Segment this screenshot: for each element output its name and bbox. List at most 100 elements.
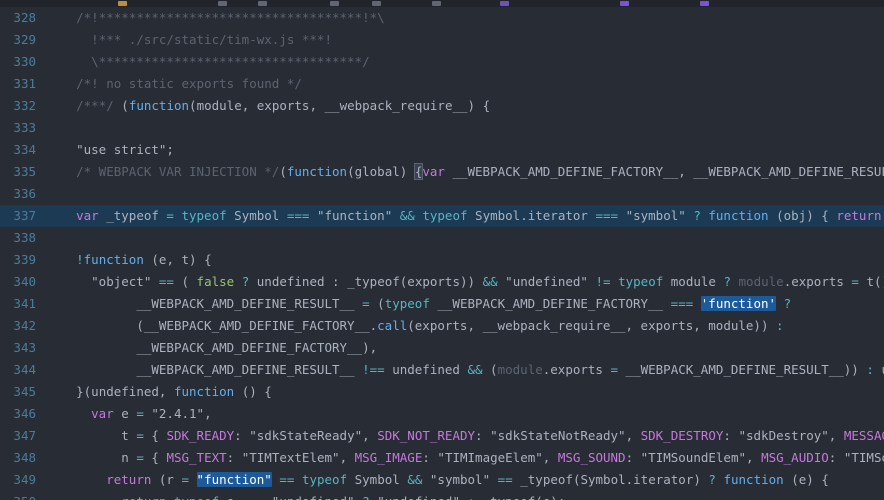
code-line[interactable]: 349 return (r = "function" == typeof Sym… (0, 469, 884, 491)
gear-icon[interactable] (258, 1, 267, 6)
code-line[interactable]: 332 /***/ (function(module, exports, __w… (0, 95, 884, 117)
code-token: : (460, 494, 483, 500)
code-token: "undefined" (377, 494, 460, 500)
code-line[interactable]: 347 t = { SDK_READY: "sdkStateReady", SD… (0, 425, 884, 447)
code-line[interactable]: 333 (0, 117, 884, 139)
code-token: (exports)) (400, 274, 483, 289)
bookmark-icon[interactable] (330, 1, 339, 6)
code-token: t (121, 428, 136, 443)
code-line[interactable]: 346 var e = "2.4.1", (0, 403, 884, 425)
code-token: !*** ./src/static/tim-wx.js ***! (91, 32, 332, 47)
code-line[interactable]: 340 "object" == ( false ? undefined : _t… (0, 271, 884, 293)
code-token: = (136, 428, 144, 443)
search-match-highlight: "function" (197, 472, 272, 487)
code-token: _typeof (99, 208, 167, 223)
code-token: === (287, 208, 310, 223)
code-line[interactable]: 334 "use strict"; (0, 139, 884, 161)
code-token: && (467, 362, 482, 377)
line-number: 344 (0, 359, 46, 381)
line-number: 330 (0, 51, 46, 73)
line-number: 335 (0, 161, 46, 183)
code-token (264, 494, 272, 500)
code-line[interactable]: 336 (0, 183, 884, 205)
code-token: undefined (257, 274, 325, 289)
code-token: = (362, 296, 370, 311)
code-token: ) (400, 164, 415, 179)
code-token: return (106, 472, 151, 487)
code-token: _typeof (520, 472, 573, 487)
avatar-icon[interactable] (700, 1, 709, 6)
code-line[interactable]: 344 __WEBPACK_AMD_DEFINE_RESULT__ !== un… (0, 359, 884, 381)
code-token: !== (362, 362, 385, 377)
code-line[interactable]: 339 !function (e, t) { (0, 249, 884, 271)
code-token: (exports, __webpack_require__, exports, … (407, 318, 776, 333)
code-token: n (121, 450, 136, 465)
code-token: ? (723, 274, 731, 289)
code-token: ( (279, 164, 287, 179)
code-token: (e); (535, 494, 565, 500)
code-token: MSG_TEXT (166, 450, 226, 465)
folder-icon[interactable] (118, 1, 127, 6)
code-token: function (708, 208, 768, 223)
cursor-icon[interactable] (218, 1, 227, 6)
code-token: "undefined" (505, 274, 588, 289)
code-line-text: /***/ (function(module, exports, __webpa… (46, 98, 490, 113)
code-token: undefined (91, 384, 159, 399)
line-number: 339 (0, 249, 46, 271)
search-match-highlight: 'function' (701, 296, 776, 311)
code-line[interactable]: 328 /*!*********************************… (0, 7, 884, 29)
code-editor-window: 328 /*!*********************************… (0, 0, 884, 500)
code-token: MSG_SOUND (558, 450, 626, 465)
code-token (46, 494, 121, 500)
code-line[interactable]: 345 }(undefined, function () { (0, 381, 884, 403)
code-token: return (121, 494, 166, 500)
code-token: obj (784, 208, 807, 223)
code-line-text: __WEBPACK_AMD_DEFINE_RESULT__ = (typeof … (46, 296, 791, 311)
line-number: 346 (0, 403, 46, 425)
code-line[interactable]: 337 var _typeof = typeof Symbol === "fun… (0, 205, 884, 227)
code-line[interactable]: 338 (0, 227, 884, 249)
code-token: && (483, 274, 498, 289)
code-token: _typeof (483, 494, 536, 500)
line-number: 350 (0, 491, 46, 500)
code-line-text: var e = "2.4.1", (46, 406, 212, 421)
globe-icon[interactable] (500, 1, 509, 6)
code-token: /* WEBPACK VAR INJECTION */ (76, 164, 279, 179)
code-token: ? (784, 296, 792, 311)
code-token: == (279, 472, 294, 487)
code-token: : (422, 450, 437, 465)
line-number: 331 (0, 73, 46, 95)
code-line-text: !function (e, t) { (46, 252, 212, 267)
code-token: __WEBPACK_AMD_DEFINE_FACTORY__, __WEBPAC… (445, 164, 884, 179)
code-token: ! (76, 252, 84, 267)
code-line[interactable]: 343 __WEBPACK_AMD_DEFINE_FACTORY__), (0, 337, 884, 359)
code-token: "use strict" (76, 142, 166, 157)
run-icon[interactable] (372, 1, 381, 6)
code-token: return (836, 208, 881, 223)
code-editor-content[interactable]: 328 /*!*********************************… (0, 7, 884, 500)
code-line[interactable]: 329 !*** ./src/static/tim-wx.js ***! (0, 29, 884, 51)
code-token (46, 76, 76, 91)
line-number: 342 (0, 315, 46, 337)
code-token: ( (769, 208, 784, 223)
code-line[interactable]: 331 /*! no static exports found */ (0, 73, 884, 95)
code-line[interactable]: 341 __WEBPACK_AMD_DEFINE_RESULT__ = (typ… (0, 293, 884, 315)
code-token: typeof (618, 274, 663, 289)
debug-icon[interactable] (432, 1, 441, 6)
line-number: 347 (0, 425, 46, 447)
code-line[interactable]: 335 /* WEBPACK VAR INJECTION */(function… (0, 161, 884, 183)
code-line[interactable]: 350 return typeof e === "undefined" ? "u… (0, 491, 884, 500)
code-token: SDK_READY (166, 428, 234, 443)
code-token: "TIMSoundElem" (641, 450, 746, 465)
code-token: global (355, 164, 400, 179)
code-line[interactable]: 330 \***********************************… (0, 51, 884, 73)
line-number: 336 (0, 183, 46, 205)
code-token: module (498, 362, 543, 377)
code-token: ) { (806, 208, 836, 223)
code-line[interactable]: 342 (__WEBPACK_AMD_DEFINE_FACTORY__.call… (0, 315, 884, 337)
code-line[interactable]: 348 n = { MSG_TEXT: "TIMTextElem", MSG_I… (0, 447, 884, 469)
code-token: "object" (91, 274, 151, 289)
code-token: __WEBPACK_AMD_DEFINE_RESULT__ (136, 296, 354, 311)
code-line-text: !*** ./src/static/tim-wx.js ***! (46, 32, 332, 47)
search-icon[interactable] (620, 1, 629, 6)
